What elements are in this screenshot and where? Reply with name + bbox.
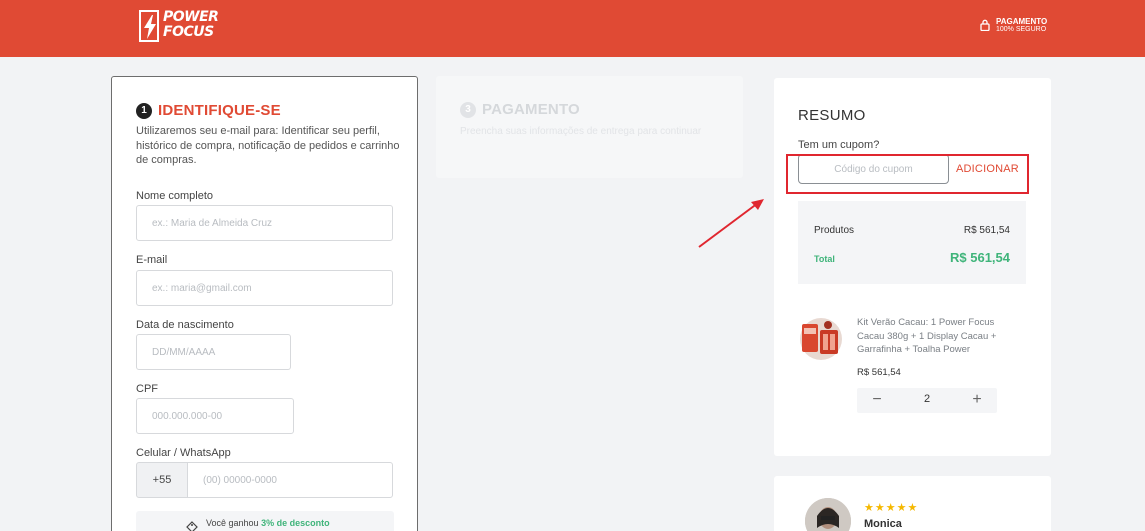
rating-stars: ★★★★★ — [864, 502, 919, 514]
payment-title: PAGAMENTO — [482, 101, 580, 118]
plus-icon[interactable]: + — [967, 390, 987, 410]
secure-line-1: PAGAMENTO — [996, 17, 1048, 26]
full-name-input[interactable]: ex.: Maria de Almeida Cruz — [136, 205, 393, 241]
name-label: Nome completo — [136, 190, 214, 202]
identify-title: IDENTIFIQUE-SE — [158, 102, 281, 119]
identify-card: 1 IDENTIFIQUE-SE Utilizaremos seu e-mail… — [111, 76, 418, 531]
quantity-stepper: − 2 + — [857, 388, 997, 413]
lock-icon — [980, 19, 990, 31]
email-label: E-mail — [136, 254, 168, 266]
quantity-value: 2 — [923, 393, 931, 405]
total-value: R$ 561,54 — [950, 250, 1010, 265]
phone-label: Celular / WhatsApp — [136, 447, 231, 459]
identify-description: Utilizaremos seu e-mail para: Identifica… — [136, 125, 400, 166]
discount-prefix: Você ganhou — [206, 518, 259, 528]
logo-line-1: POWER — [163, 9, 219, 25]
tag-icon — [186, 521, 198, 531]
summary-title: RESUMO — [798, 107, 866, 124]
secure-line-2: 100% SEGURO — [996, 26, 1047, 33]
minus-icon[interactable]: − — [867, 390, 887, 410]
coupon-question: Tem um cupom? — [798, 139, 880, 151]
phone-country-code[interactable]: +55 — [136, 462, 188, 498]
discount-text: Você ganhou 3% de desconto — [206, 518, 330, 528]
phone-input[interactable]: (00) 00000-0000 — [187, 462, 393, 498]
reviewer-name: Monica — [864, 518, 902, 530]
annotation-arrow-icon — [698, 199, 764, 248]
cpf-label: CPF — [136, 383, 158, 395]
totals-box: Produtos R$ 561,54 Total R$ 561,54 — [798, 201, 1026, 284]
payment-card: 3 PAGAMENTO Preencha suas informações de… — [436, 76, 743, 178]
total-label: Total — [814, 254, 835, 264]
product-price: R$ 561,54 — [857, 367, 901, 378]
product-image — [800, 318, 842, 360]
add-coupon-button[interactable]: ADICIONAR — [956, 163, 1019, 175]
payment-step-number: 3 — [460, 102, 476, 118]
reviewer-avatar — [805, 498, 851, 531]
coupon-input[interactable]: Código do cupom — [798, 154, 949, 184]
product-name[interactable]: Kit Verão Cacau: 1 Power Focus Cacau 380… — [857, 316, 1017, 357]
bolt-icon — [139, 10, 159, 42]
step-number-badge: 1 — [136, 103, 152, 119]
summary-card: RESUMO Tem um cupom? Código do cupom ADI… — [774, 78, 1051, 456]
products-value: R$ 561,54 — [963, 225, 1010, 236]
birth-date-input[interactable]: DD/MM/AAAA — [136, 334, 291, 370]
discount-notice: Você ganhou 3% de desconto — [136, 511, 394, 531]
logo-line-2: FOCUS — [163, 24, 214, 40]
birth-date-label: Data de nascimento — [136, 319, 234, 331]
email-input[interactable]: ex.: maria@gmail.com — [136, 270, 393, 306]
top-header: POWER FOCUS PAGAMENTO 100% SEGURO — [0, 0, 1145, 57]
discount-highlight: 3% de desconto — [261, 518, 330, 528]
review-card: ★★★★★ Monica — [774, 476, 1051, 531]
cpf-input[interactable]: 000.000.000-00 — [136, 398, 294, 434]
products-label: Produtos — [814, 225, 855, 236]
payment-description: Preencha suas informações de entrega par… — [460, 126, 702, 137]
logo-wordmark: POWER FOCUS — [163, 9, 219, 40]
power-focus-logo[interactable]: POWER FOCUS — [139, 10, 219, 42]
